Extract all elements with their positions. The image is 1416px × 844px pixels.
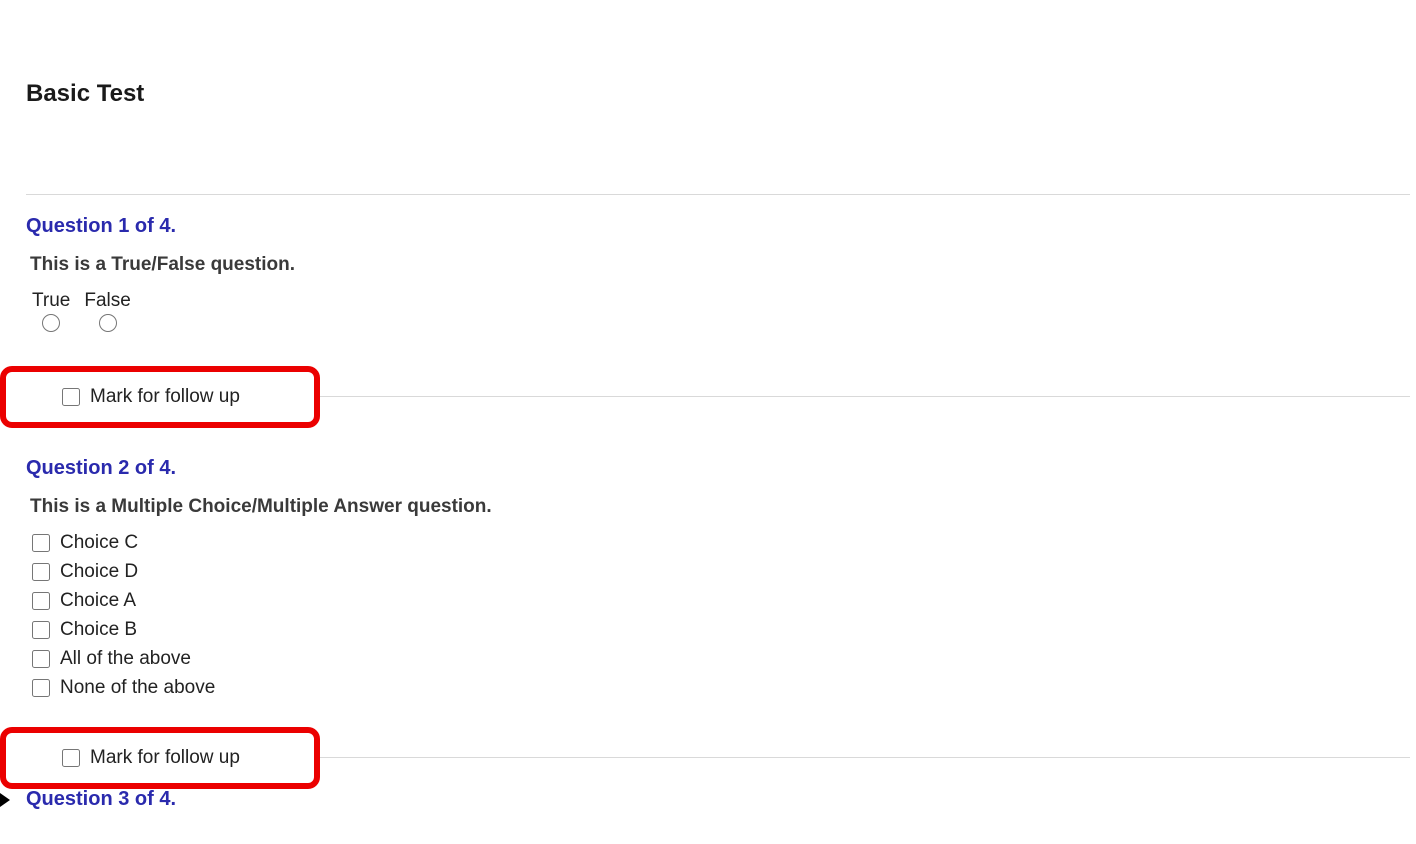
question-3: Question 3 of 4. [0,788,1416,811]
choice-label: Choice C [60,532,138,554]
question-2-prompt: This is a Multiple Choice/Multiple Answe… [30,496,1416,518]
choice-row: Choice A [32,590,1416,612]
choice-label: Choice B [60,619,137,641]
question-2: Question 2 of 4. This is a Multiple Choi… [0,437,1416,789]
choice-row: Choice B [32,619,1416,641]
mark-followup-checkbox-1[interactable] [62,388,80,406]
choice-checkbox[interactable] [32,650,50,668]
true-false-options: True False [32,290,1416,332]
mark-followup-label-2: Mark for follow up [90,747,240,769]
question-1-heading: Question 1 of 4. [26,215,1416,238]
choices-list: Choice C Choice D Choice A Choice B All … [32,532,1416,699]
choice-checkbox[interactable] [32,592,50,610]
true-label: True [32,290,70,312]
choice-checkbox[interactable] [32,563,50,581]
question-1: Question 1 of 4. This is a True/False qu… [0,195,1416,428]
false-radio[interactable] [99,314,117,332]
question-2-heading: Question 2 of 4. [26,457,1416,480]
followup-highlight-1: Mark for follow up [0,366,320,428]
true-radio[interactable] [42,314,60,332]
question-3-heading: Question 3 of 4. [26,788,1416,811]
choice-row: All of the above [32,648,1416,670]
false-label: False [84,290,130,312]
false-option: False [84,290,130,332]
true-option: True [32,290,70,332]
choice-row: Choice D [32,561,1416,583]
choice-label: All of the above [60,648,191,670]
choice-checkbox[interactable] [32,621,50,639]
choice-row: None of the above [32,677,1416,699]
choice-row: Choice C [32,532,1416,554]
choice-checkbox[interactable] [32,679,50,697]
choice-checkbox[interactable] [32,534,50,552]
question-1-prompt: This is a True/False question. [30,254,1416,276]
page-title: Basic Test [0,0,1416,108]
mark-followup-checkbox-2[interactable] [62,749,80,767]
mark-followup-label-1: Mark for follow up [90,386,240,408]
choice-label: None of the above [60,677,215,699]
choice-label: Choice D [60,561,138,583]
followup-highlight-2: Mark for follow up [0,727,320,789]
choice-label: Choice A [60,590,136,612]
caret-right-icon [0,793,10,807]
